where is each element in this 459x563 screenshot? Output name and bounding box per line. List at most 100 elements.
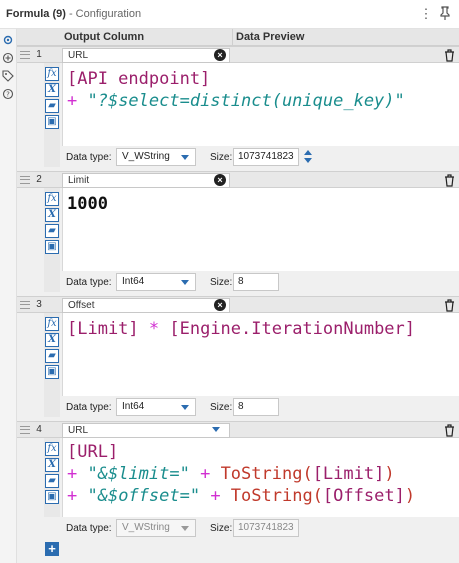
drag-handle[interactable] <box>20 51 30 59</box>
type-bar: Data type: Int64 Size: 8 <box>62 271 459 294</box>
expression-toolbar: fx X ▰ ▣ <box>44 313 60 417</box>
data-type-select[interactable]: Int64 <box>116 273 196 291</box>
plus-circle-icon[interactable] <box>2 52 14 64</box>
expression-token: "&$offset=" <box>87 486 201 506</box>
expression-token: ) <box>384 464 395 484</box>
size-stepper[interactable] <box>303 149 313 165</box>
size-label: Size: <box>210 402 233 413</box>
tool-title: Formula (9) <box>6 8 66 20</box>
row-header: 4 URL <box>17 421 459 438</box>
chevron-down-icon <box>181 155 189 160</box>
expression-line: [URL] <box>67 441 415 463</box>
expression-token: ToString( <box>220 464 313 484</box>
gear-icon[interactable] <box>2 34 14 46</box>
data-type-value: V_WString <box>122 151 170 162</box>
type-bar: Data type: Int64 Size: 8 <box>62 396 459 419</box>
clear-icon[interactable]: × <box>214 174 226 186</box>
expression-token: [API endpoint] <box>67 69 211 89</box>
output-column-header: Output Column <box>64 31 145 43</box>
expression-token: ToString( <box>230 486 323 506</box>
fx-icon[interactable]: fx <box>45 317 59 331</box>
fx-icon[interactable]: fx <box>45 192 59 206</box>
chevron-down-icon <box>181 526 189 531</box>
trash-icon[interactable] <box>444 299 455 312</box>
chevron-down-icon[interactable] <box>212 427 220 432</box>
save-icon[interactable]: ▣ <box>45 115 59 129</box>
output-column-field[interactable]: Limit <box>62 173 230 188</box>
trash-icon[interactable] <box>444 174 455 187</box>
expression-token: "&$limit=" <box>87 464 190 484</box>
trash-icon[interactable] <box>444 424 455 437</box>
formula-row: 1 URL × fx X ▰ ▣ [API endpoint] + "?$sele… <box>17 46 459 171</box>
data-type-select[interactable]: V_WString <box>116 148 196 166</box>
expression-token: + <box>67 464 88 484</box>
expression-line: + "&$limit=" + ToString([Limit]) <box>67 463 415 485</box>
expression-token: [Limit] <box>67 319 139 339</box>
formula-grid: Output Column Data Preview 1 URL × fx X … <box>17 29 459 563</box>
expression-editor[interactable]: [URL] + "&$limit=" + ToString([Limit]) + "… <box>62 438 459 517</box>
clear-icon[interactable]: × <box>214 299 226 311</box>
open-folder-icon[interactable]: ▰ <box>45 224 59 238</box>
grid-header: Output Column Data Preview <box>17 29 459 46</box>
row-header: 3 Offset × <box>17 296 459 313</box>
expression-text: [API endpoint] + "?$select=distinct(uniqu… <box>67 68 405 112</box>
variable-x-icon[interactable]: X <box>45 333 59 347</box>
expression-token: ) <box>404 486 416 506</box>
drag-handle[interactable] <box>20 301 30 309</box>
help-icon[interactable]: ? <box>2 88 14 100</box>
size-field[interactable]: 1073741823 <box>233 148 299 166</box>
row-number: 1 <box>36 49 42 60</box>
formula-row: 4 URL fx X ▰ ▣ [URL] + "&$limit=" + ToStr… <box>17 421 459 541</box>
save-icon[interactable]: ▣ <box>45 365 59 379</box>
fx-icon[interactable]: fx <box>45 67 59 81</box>
expression-token: + <box>189 464 221 484</box>
output-column-field[interactable]: Offset <box>62 298 230 313</box>
data-type-select: V_WString <box>116 519 196 537</box>
size-label: Size: <box>210 523 233 534</box>
output-column-field[interactable]: URL <box>62 48 230 63</box>
expression-toolbar: fx X ▰ ▣ <box>44 438 60 517</box>
row-header: 1 URL × <box>17 46 459 63</box>
variable-x-icon[interactable]: X <box>45 208 59 222</box>
data-type-select[interactable]: Int64 <box>116 398 196 416</box>
type-bar: Data type: V_WString Size: 1073741823 <box>62 517 459 540</box>
expression-text: [URL] + "&$limit=" + ToString([Limit]) + "… <box>67 441 415 507</box>
variable-x-icon[interactable]: X <box>45 83 59 97</box>
row-header: 2 Limit × <box>17 171 459 188</box>
expression-token: [URL] <box>67 442 119 462</box>
formula-row: 2 Limit × fx X ▰ ▣ 1000 Data type: Int64… <box>17 171 459 296</box>
open-folder-icon[interactable]: ▰ <box>45 99 59 113</box>
tool-subtitle: - Configuration <box>65 8 142 20</box>
expression-toolbar: fx X ▰ ▣ <box>44 188 60 292</box>
fx-icon[interactable]: fx <box>45 442 59 456</box>
data-type-label: Data type: <box>66 152 112 163</box>
trash-icon[interactable] <box>444 49 455 62</box>
open-folder-icon[interactable]: ▰ <box>45 349 59 363</box>
expression-line: 1000 <box>67 193 108 215</box>
data-preview-header: Data Preview <box>236 31 305 43</box>
more-vertical-icon[interactable]: ⋮ <box>419 6 433 22</box>
expression-token: 1000 <box>67 194 108 214</box>
expression-line: [API endpoint] <box>67 68 405 90</box>
expression-line: [Limit] * [Engine.IterationNumber] <box>67 318 415 340</box>
formula-row: 3 Offset × fx X ▰ ▣ [Limit] * [Engine.It… <box>17 296 459 421</box>
tag-icon[interactable] <box>2 70 14 82</box>
title-bar: Formula (9) - Configuration ⋮ <box>0 0 459 29</box>
type-bar: Data type: V_WString Size: 1073741823 <box>62 146 459 169</box>
size-field[interactable]: 8 <box>233 398 279 416</box>
save-icon[interactable]: ▣ <box>45 490 59 504</box>
open-folder-icon[interactable]: ▰ <box>45 474 59 488</box>
variable-x-icon[interactable]: X <box>45 458 59 472</box>
pin-icon[interactable] <box>438 6 452 22</box>
expression-token: + <box>200 486 231 506</box>
data-type-value: V_WString <box>122 522 170 533</box>
drag-handle[interactable] <box>20 426 30 434</box>
drag-handle[interactable] <box>20 176 30 184</box>
size-label: Size: <box>210 152 233 163</box>
window-title: Formula (9) - Configuration <box>6 8 141 20</box>
add-formula-button[interactable]: + <box>45 542 59 556</box>
save-icon[interactable]: ▣ <box>45 240 59 254</box>
output-column-select[interactable]: URL <box>62 423 230 438</box>
size-field[interactable]: 8 <box>233 273 279 291</box>
clear-icon[interactable]: × <box>214 49 226 61</box>
